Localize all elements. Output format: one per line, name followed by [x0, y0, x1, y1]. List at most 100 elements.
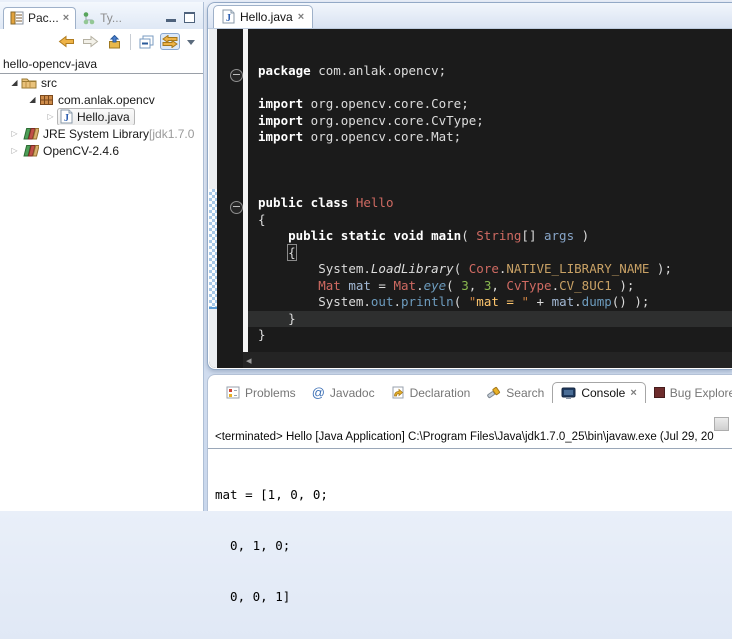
twisty-expanded-icon[interactable]: ◢: [26, 95, 39, 104]
code-line: public class Hello: [248, 195, 732, 212]
go-up-icon: [106, 35, 122, 49]
tab-package-explorer[interactable]: Pac... ×: [3, 7, 76, 29]
twisty-expanded-icon[interactable]: ◢: [8, 78, 21, 87]
tree-item-opencv-library[interactable]: ▷ OpenCV-2.4.6: [0, 142, 203, 159]
code-line: import org.opencv.core.CvType;: [248, 113, 732, 130]
tab-label: Problems: [245, 386, 296, 400]
tab-label: Search: [506, 386, 544, 400]
tree-item-label: JRE System Library: [43, 127, 149, 141]
console-output-line: 0, 1, 0;: [215, 537, 328, 554]
tree-item-label: Hello.java: [77, 110, 130, 124]
tab-search[interactable]: Search: [478, 383, 552, 403]
back-button[interactable]: [57, 34, 76, 49]
tree-item-hello-java[interactable]: ▷ J Hello.java: [0, 108, 203, 125]
console-output-line: mat = [1, 0, 0;: [215, 486, 328, 503]
twisty-collapsed-icon[interactable]: ▷: [8, 129, 21, 138]
console-tabbar: Problems @ Javadoc Declaration Search Co…: [208, 375, 732, 403]
tree-item-label: OpenCV-2.4.6: [43, 144, 119, 158]
console-icon: [561, 387, 576, 400]
console-status-line: <terminated> Hello [Java Application] C:…: [215, 431, 732, 443]
code-line: }: [248, 311, 732, 328]
search-icon: [486, 386, 501, 400]
tree-item-package[interactable]: ◢ com.anlak.opencv: [0, 91, 203, 108]
collapse-all-button[interactable]: [138, 34, 155, 50]
console-output-line: 0, 0, 1]: [215, 588, 328, 605]
library-icon: [21, 144, 39, 157]
code-line: import org.opencv.core.Core;: [248, 96, 732, 113]
plugin-icon: [654, 387, 665, 398]
editor-tabbar: J Hello.java ×: [208, 3, 732, 29]
tab-label: Declaration: [410, 386, 471, 400]
selection-range-indicator: [209, 189, 217, 309]
svg-text:J: J: [64, 113, 69, 124]
package-explorer-icon: [10, 11, 24, 25]
code-line: [248, 162, 732, 179]
go-up-button[interactable]: [105, 34, 123, 50]
tree-item-jre-library[interactable]: ▷ JRE System Library [jdk1.7.0: [0, 125, 203, 142]
package-explorer-toolbar: [0, 29, 203, 54]
editor-part: J Hello.java × package com.anlak.opencv;…: [207, 2, 732, 370]
project-tree: hello-opencv-java ◢ src ◢ com.anlak.open…: [0, 56, 203, 159]
forward-button[interactable]: [81, 34, 100, 49]
fold-marker-main[interactable]: [230, 201, 243, 214]
code-line: public static void main( String[] args ): [248, 228, 732, 245]
type-hierarchy-icon: [82, 11, 96, 25]
forward-arrow-icon: [82, 35, 99, 48]
problems-icon: [226, 386, 240, 399]
editor-tab-label: Hello.java: [240, 10, 293, 24]
horizontal-scrollbar[interactable]: ◂: [243, 352, 732, 368]
minimize-icon[interactable]: [166, 19, 176, 22]
editor-body: package com.anlak.opencv;import org.open…: [209, 29, 732, 368]
java-file-icon: J: [60, 109, 73, 124]
package-explorer-tabbar: Pac... × Ty...: [0, 2, 203, 29]
tab-type-hierarchy-label: Ty...: [100, 11, 122, 25]
code-line: System.out.println( "mat = " + mat.dump(…: [248, 294, 732, 311]
code-line: [248, 80, 732, 97]
project-name: hello-opencv-java: [3, 57, 97, 71]
java-file-icon: J: [222, 9, 235, 24]
twisty-collapsed-icon[interactable]: ▷: [44, 112, 57, 121]
scroll-left-icon[interactable]: ◂: [243, 354, 252, 367]
tab-label: Javadoc: [330, 386, 375, 400]
console-output[interactable]: mat = [1, 0, 0; 0, 1, 0; 0, 0, 1]: [215, 452, 328, 639]
close-icon[interactable]: ×: [63, 13, 69, 23]
maximize-icon[interactable]: [184, 12, 195, 23]
close-icon[interactable]: ×: [298, 12, 304, 22]
code-line: {: [248, 245, 732, 262]
fold-marker-imports[interactable]: [230, 69, 243, 82]
code-area[interactable]: package com.anlak.opencv;import org.open…: [248, 29, 732, 352]
declaration-icon: [391, 386, 405, 399]
toolbar-separator: [130, 34, 131, 50]
twisty-collapsed-icon[interactable]: ▷: [8, 146, 21, 155]
annotation-ruler[interactable]: [209, 29, 217, 368]
tab-package-explorer-label: Pac...: [28, 11, 59, 25]
close-icon[interactable]: ×: [630, 388, 636, 398]
tab-hello-java[interactable]: J Hello.java ×: [213, 5, 313, 28]
collapse-all-icon: [139, 35, 154, 49]
code-lines: package com.anlak.opencv;import org.open…: [248, 63, 732, 344]
tab-console[interactable]: Console ×: [552, 382, 645, 403]
console-toolbar-disabled-icon[interactable]: [714, 417, 729, 431]
tab-declaration[interactable]: Declaration: [383, 383, 479, 403]
svg-text:J: J: [226, 13, 231, 24]
selected-item-box[interactable]: J Hello.java: [57, 108, 135, 125]
tab-label: Console: [581, 386, 625, 400]
package-icon: [39, 94, 54, 106]
tab-problems[interactable]: Problems: [218, 383, 304, 403]
tab-type-hierarchy[interactable]: Ty...: [76, 8, 128, 29]
tab-javadoc[interactable]: @ Javadoc: [304, 382, 383, 403]
tree-item-label: com.anlak.opencv: [58, 93, 155, 107]
tree-item-project[interactable]: hello-opencv-java: [0, 56, 203, 74]
link-with-editor-button[interactable]: [160, 33, 180, 50]
code-line: Mat mat = Mat.eye( 3, 3, CvType.CV_8UC1 …: [248, 278, 732, 295]
tree-item-src[interactable]: ◢ src: [0, 74, 203, 91]
code-line: {: [248, 212, 732, 229]
tab-label: Bug Explorer: [670, 386, 732, 400]
tree-item-suffix: [jdk1.7.0: [149, 127, 194, 141]
view-menu-button[interactable]: [185, 37, 197, 47]
package-explorer-panel: Pac... × Ty... hello-opencv-java ◢ src: [0, 2, 204, 511]
tab-bug-explorer[interactable]: Bug Explorer: [646, 383, 732, 403]
console-part: Problems @ Javadoc Declaration Search Co…: [207, 374, 732, 511]
panel-window-buttons: [166, 12, 203, 29]
back-arrow-icon: [58, 35, 75, 48]
